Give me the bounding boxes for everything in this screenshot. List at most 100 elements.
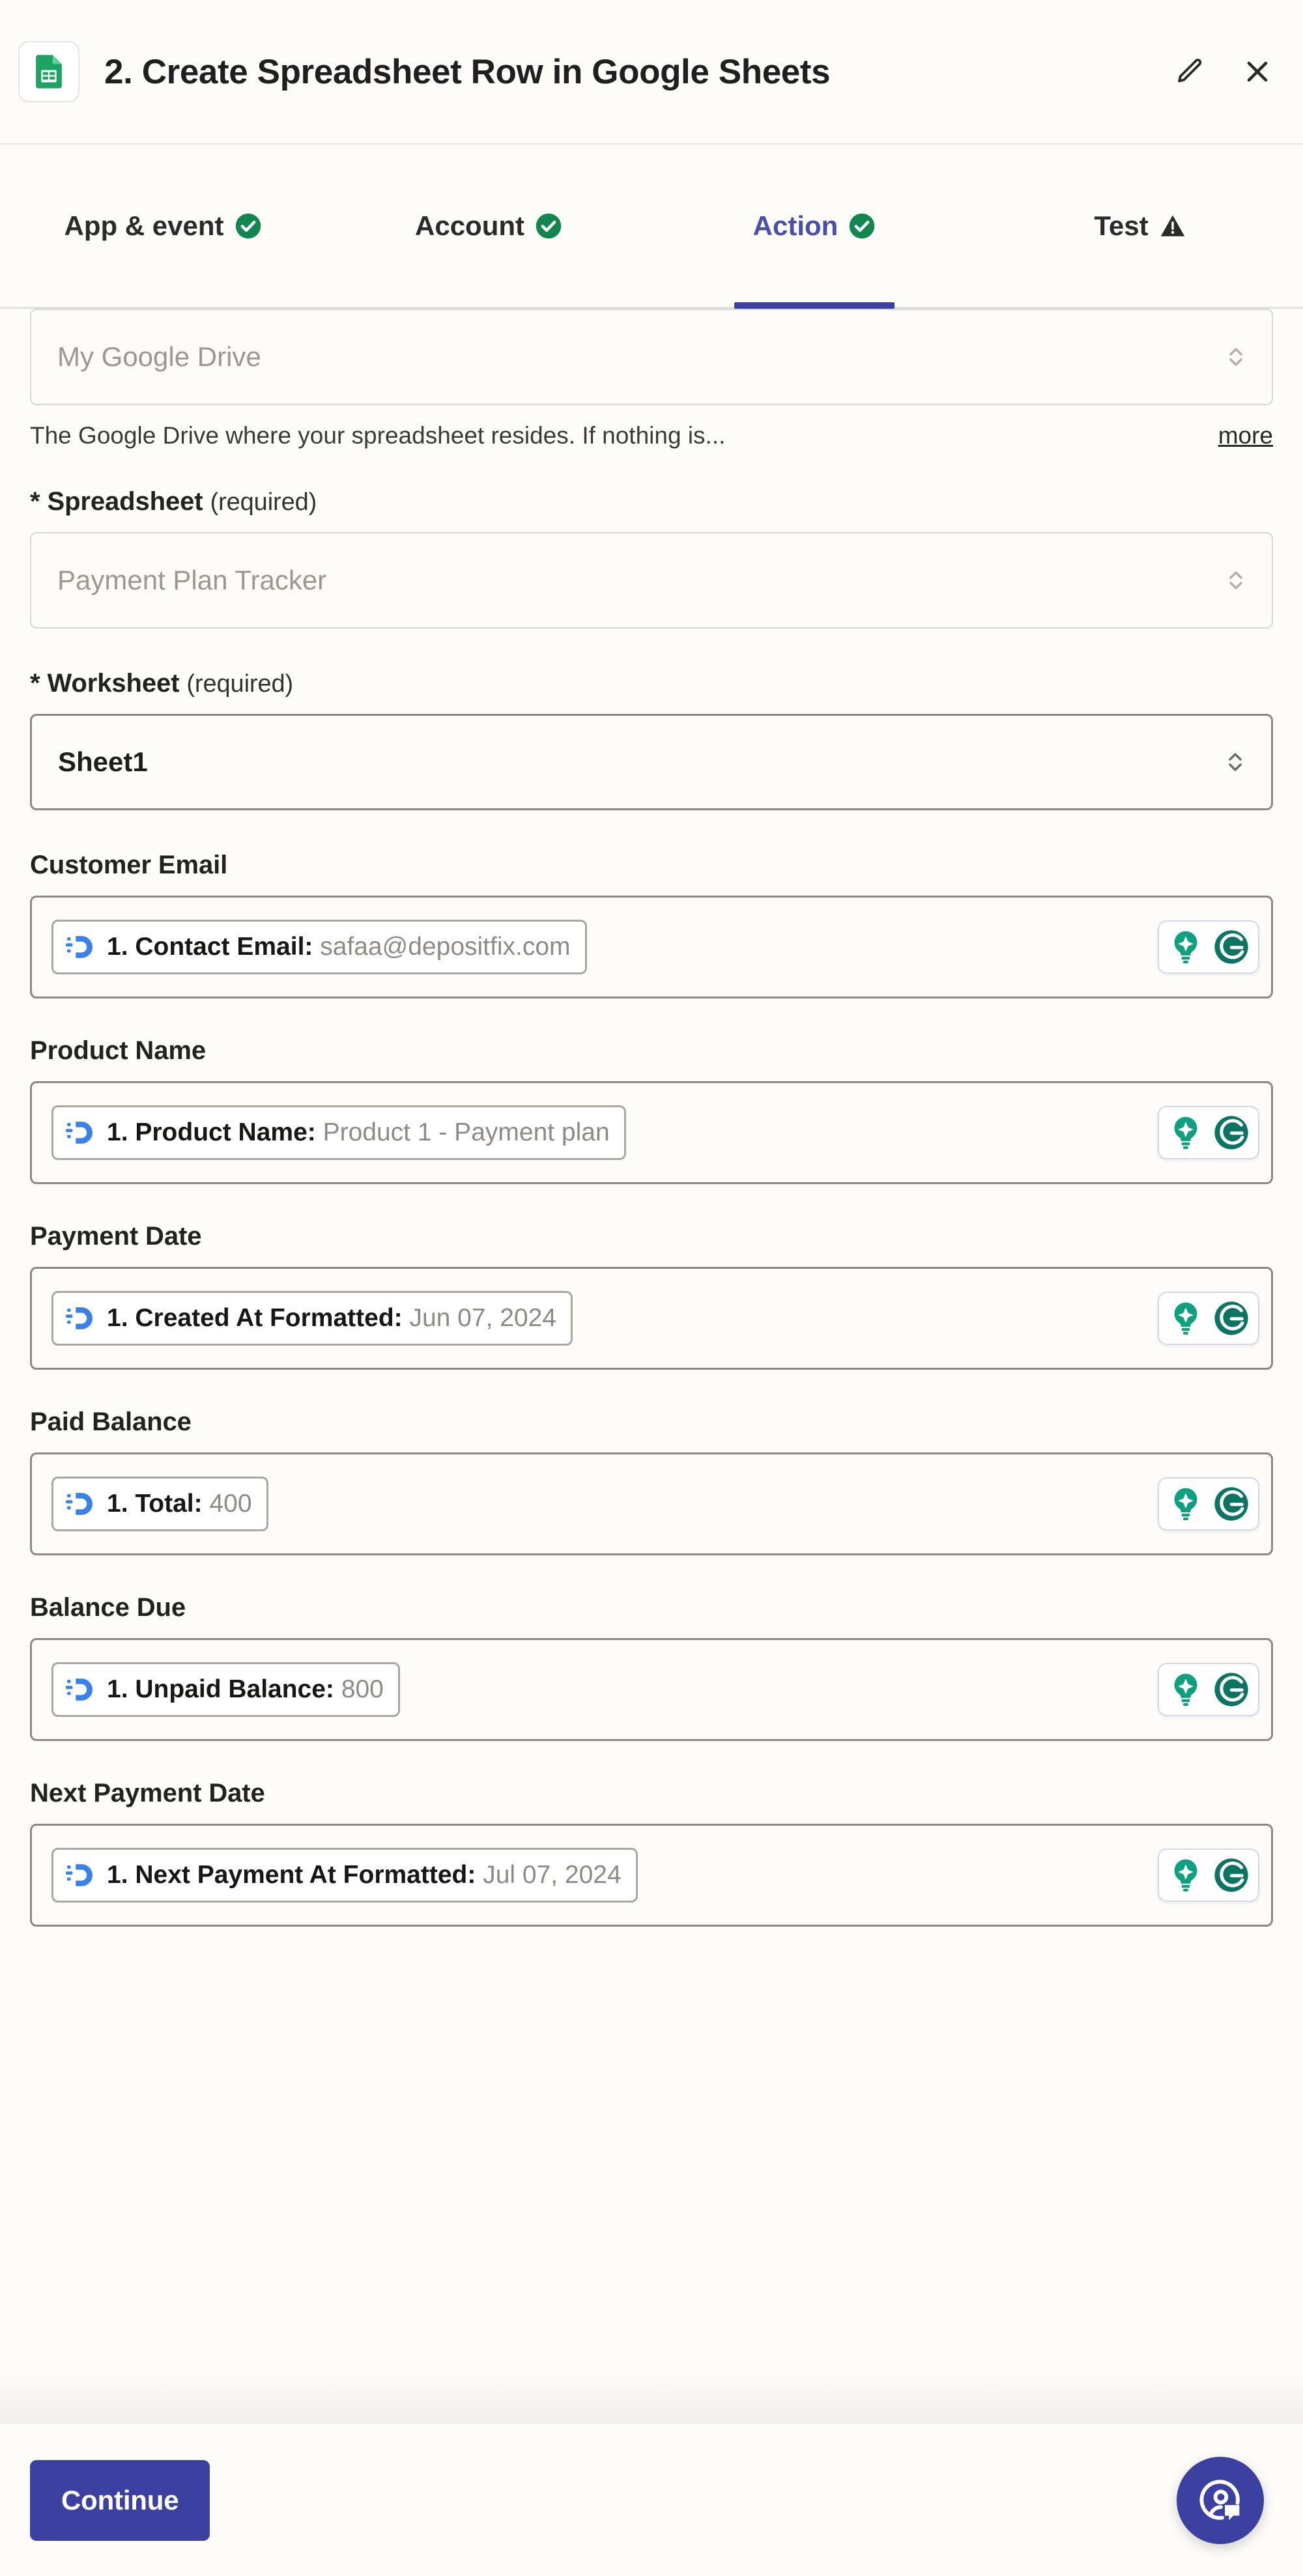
field-customer-email: Customer Email 1. Contact Email: safaa@d… [30, 851, 1273, 998]
grammarly-button[interactable] [1211, 1855, 1252, 1895]
grammarly-button[interactable] [1211, 1669, 1252, 1710]
field-addons [1158, 1477, 1259, 1531]
token-chip[interactable]: 1. Product Name: Product 1 - Payment pla… [51, 1105, 626, 1160]
payment-date-input[interactable]: 1. Created At Formatted: Jun 07, 2024 [30, 1267, 1273, 1370]
continue-button[interactable]: Continue [30, 2459, 210, 2541]
drive-select[interactable]: My Google Drive [30, 309, 1273, 405]
ai-suggest-button[interactable] [1166, 1855, 1206, 1895]
balance-due-label: Balance Due [30, 1593, 186, 1622]
field-worksheet: * Worksheet (required) Sheet1 [30, 669, 1273, 810]
drive-more-link[interactable]: more [1218, 422, 1273, 449]
ai-suggest-button[interactable] [1166, 927, 1206, 967]
check-circle-icon [536, 213, 562, 238]
edit-step-button[interactable] [1173, 55, 1207, 89]
token-chip[interactable]: 1. Unpaid Balance: 800 [51, 1662, 400, 1717]
paid-balance-input[interactable]: 1. Total: 400 [30, 1452, 1273, 1555]
grammarly-icon [1214, 1301, 1248, 1335]
field-spreadsheet: * Spreadsheet (required) Payment Plan Tr… [30, 487, 1273, 629]
product-name-label: Product Name [30, 1036, 206, 1065]
tab-label: Account [415, 210, 524, 241]
tab-active-underline [734, 302, 895, 309]
depositfix-icon [65, 1678, 93, 1701]
ai-suggest-button[interactable] [1166, 1298, 1206, 1338]
customer-email-label: Customer Email [30, 851, 228, 879]
token-chip[interactable]: 1. Total: 400 [51, 1477, 268, 1531]
field-addons [1158, 1106, 1259, 1159]
chevron-updown-icon [1229, 753, 1242, 771]
check-circle-icon [235, 213, 261, 238]
token-text: 1. Next Payment At Formatted: Jul 07, 20… [107, 1861, 622, 1890]
chevron-updown-icon [1229, 348, 1242, 366]
token-value: Jul 07, 2024 [483, 1861, 622, 1889]
field-paid-balance: Paid Balance 1. Total: 400 [30, 1408, 1273, 1555]
token-name: 1. Created At Formatted: [107, 1304, 403, 1332]
field-balance-due: Balance Due 1. Unpaid Balance: 800 [30, 1593, 1273, 1741]
zapier-action-editor: 2. Create Spreadsheet Row in Google Shee… [0, 0, 1303, 2576]
depositfix-icon [65, 1122, 93, 1144]
worksheet-select[interactable]: Sheet1 [30, 714, 1273, 810]
token-chip[interactable]: 1. Created At Formatted: Jun 07, 2024 [51, 1291, 573, 1346]
token-value: 800 [341, 1675, 384, 1703]
next-payment-date-input[interactable]: 1. Next Payment At Formatted: Jul 07, 20… [30, 1824, 1273, 1927]
grammarly-icon [1214, 930, 1248, 964]
worksheet-label: * Worksheet (required) [30, 669, 1273, 698]
depositfix-icon [65, 1307, 93, 1329]
product-name-input[interactable]: 1. Product Name: Product 1 - Payment pla… [30, 1081, 1273, 1184]
ai-suggest-button[interactable] [1166, 1112, 1206, 1153]
token-text: 1. Contact Email: safaa@depositfix.com [107, 933, 571, 961]
zapier-ai-bulb-icon [1174, 1302, 1197, 1335]
tab-action[interactable]: Action [652, 145, 977, 309]
depositfix-icon [65, 936, 93, 958]
zapier-ai-bulb-icon [1174, 1673, 1197, 1706]
spreadsheet-select[interactable]: Payment Plan Tracker [30, 532, 1273, 629]
field-drive: My Google Drive The Google Drive where y… [30, 309, 1273, 449]
balance-due-input[interactable]: 1. Unpaid Balance: 800 [30, 1638, 1273, 1741]
drive-select-value: My Google Drive [57, 341, 261, 372]
payment-date-label: Payment Date [30, 1222, 202, 1251]
token-value: Jun 07, 2024 [409, 1304, 556, 1332]
depositfix-icon [65, 1493, 93, 1515]
tab-account[interactable]: Account [326, 145, 652, 307]
chevron-updown-icon [1229, 571, 1242, 589]
worksheet-select-value: Sheet1 [58, 746, 148, 777]
token-value: safaa@depositfix.com [320, 933, 571, 961]
required-star: * [30, 669, 40, 698]
grammarly-icon [1214, 1116, 1248, 1150]
label-text: Spreadsheet [47, 487, 203, 516]
tab-app-and-event[interactable]: App & event [0, 145, 326, 307]
step-tabs: App & event Account Action Test [0, 145, 1303, 309]
field-payment-date: Payment Date 1. Created At Formatted: Ju… [30, 1222, 1273, 1370]
page-title: 2. Create Spreadsheet Row in Google Shee… [104, 52, 831, 91]
required-star: * [30, 487, 40, 516]
grammarly-button[interactable] [1211, 1112, 1252, 1153]
token-name: 1. Unpaid Balance: [107, 1675, 334, 1703]
token-chip[interactable]: 1. Contact Email: safaa@depositfix.com [51, 920, 587, 974]
grammarly-button[interactable] [1211, 927, 1252, 967]
action-form: My Google Drive The Google Drive where y… [0, 309, 1303, 2328]
field-addons [1158, 1292, 1259, 1345]
token-text: 1. Product Name: Product 1 - Payment pla… [107, 1118, 610, 1147]
ai-suggest-button[interactable] [1166, 1669, 1206, 1710]
paid-balance-label: Paid Balance [30, 1408, 192, 1436]
close-button[interactable] [1240, 55, 1274, 89]
token-chip[interactable]: 1. Next Payment At Formatted: Jul 07, 20… [51, 1848, 638, 1903]
customer-email-input[interactable]: 1. Contact Email: safaa@depositfix.com [30, 896, 1273, 998]
spreadsheet-select-value: Payment Plan Tracker [57, 565, 327, 595]
help-support-button[interactable] [1177, 2456, 1264, 2544]
grammarly-button[interactable] [1211, 1298, 1252, 1338]
support-chat-icon [1199, 2479, 1240, 2521]
grammarly-button[interactable] [1211, 1484, 1252, 1524]
ai-suggest-button[interactable] [1166, 1484, 1206, 1524]
tab-test[interactable]: Test [977, 145, 1303, 307]
header-actions [1173, 55, 1274, 89]
grammarly-icon [1214, 1487, 1248, 1521]
token-name: 1. Product Name: [107, 1118, 316, 1146]
zapier-ai-bulb-icon [1174, 1116, 1197, 1149]
field-product-name: Product Name 1. Product Name: Product 1 … [30, 1036, 1273, 1184]
token-name: 1. Total: [107, 1490, 203, 1518]
field-addons [1158, 1848, 1259, 1902]
